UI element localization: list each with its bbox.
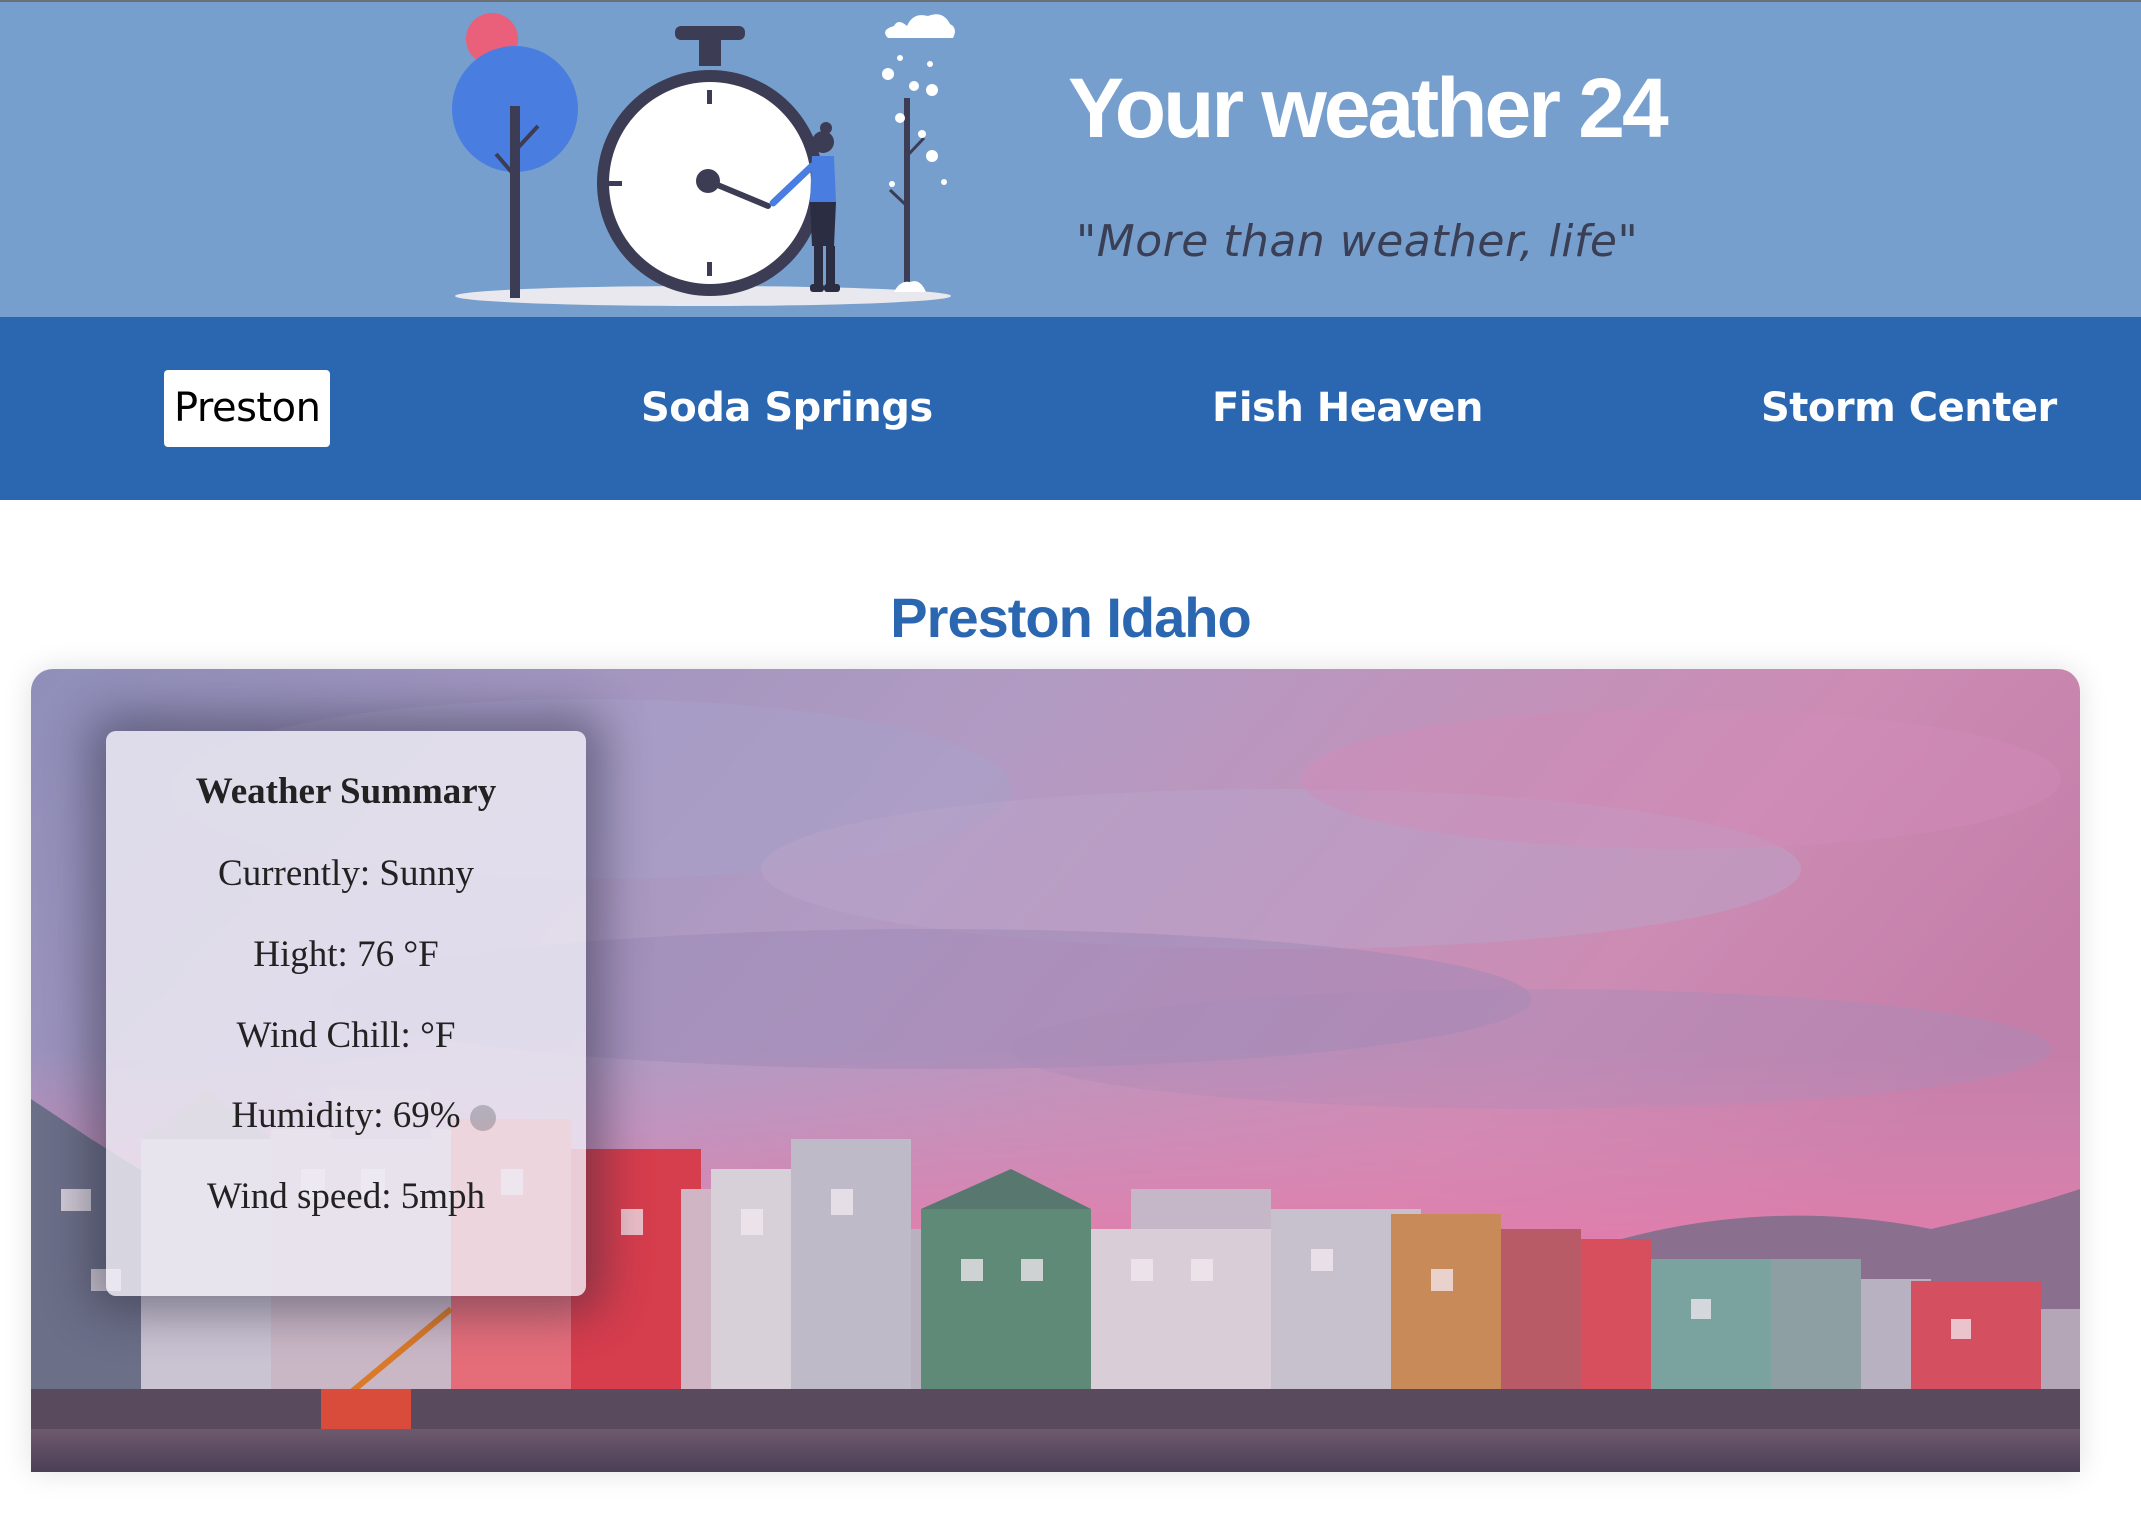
- nav-item-fish-heaven[interactable]: Fish Heaven: [1212, 370, 1484, 447]
- summary-wind-chill: Wind Chill: °F: [236, 1015, 456, 1056]
- page: Your weather 24 "More than weather, life…: [0, 0, 2141, 1516]
- summary-high: Hight: 76 °F: [253, 934, 439, 975]
- nav-item-storm-center[interactable]: Storm Center: [1761, 370, 2057, 447]
- dot-icon: [470, 1105, 496, 1131]
- nav-item-soda-springs[interactable]: Soda Springs: [641, 370, 933, 447]
- summary-wind-speed: Wind speed: 5mph: [206, 1176, 486, 1217]
- site-header: Your weather 24 "More than weather, life…: [0, 0, 2141, 317]
- page-heading: Preston Idaho: [890, 585, 1251, 649]
- clock-illustration: [452, 13, 955, 306]
- city-nav: Preston Soda Springs Fish Heaven Storm C…: [0, 317, 2141, 500]
- site-title: Your weather 24: [1068, 61, 1669, 155]
- summary-title: Weather Summary: [195, 771, 497, 812]
- nav-item-preston[interactable]: Preston: [164, 370, 331, 447]
- summary-humidity: Humidity: 69%: [231, 1095, 461, 1136]
- summary-currently: Currently: Sunny: [218, 853, 474, 894]
- weather-summary-card: Weather Summary Currently: Sunny Hight: …: [106, 731, 586, 1296]
- site-tagline: "More than weather, life": [1076, 216, 1639, 267]
